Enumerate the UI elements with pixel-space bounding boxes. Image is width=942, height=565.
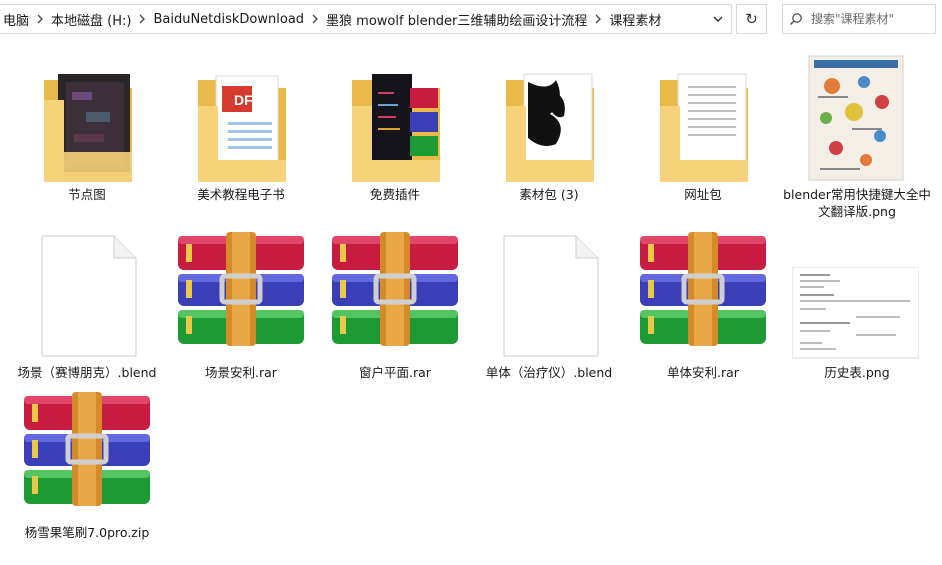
folder-icon: DF (176, 52, 306, 182)
file-name: 网址包 (684, 187, 722, 202)
search-input[interactable] (809, 11, 931, 27)
blank-file-icon (22, 230, 152, 360)
chevron-down-icon[interactable] (705, 5, 731, 33)
file-name: 单体（治疗仪）.blend (485, 365, 613, 380)
refresh-button[interactable]: ↻ (736, 4, 767, 34)
file-name: 杨雪果笔刷7.0pro.zip (24, 525, 150, 540)
chevron-right-icon[interactable] (591, 12, 605, 26)
chevron-right-icon[interactable] (308, 12, 322, 26)
file-name: 历史表.png (824, 365, 890, 380)
file-name: 节点图 (68, 187, 106, 202)
folder-icon (638, 52, 768, 182)
winrar-archive-icon (638, 230, 768, 360)
breadcrumb-item[interactable]: 墨狼 mowolf blender三维辅助绘画设计流程 (322, 10, 591, 29)
folder-icon (22, 52, 152, 182)
winrar-archive-icon (22, 390, 152, 520)
file-name: blender常用快捷键大全中文翻译版.png (783, 187, 931, 219)
file-name: 单体安利.rar (667, 365, 739, 380)
svg-text:DF: DF (234, 92, 253, 108)
address-bar[interactable]: 电脑 本地磁盘 (H:) BaiduNetdiskDownload 墨狼 mow… (0, 4, 732, 34)
file-name: 素材包 (3) (519, 187, 579, 202)
search-icon (783, 12, 809, 26)
chevron-right-icon[interactable] (135, 12, 149, 26)
breadcrumb-item[interactable]: BaiduNetdiskDownload (149, 12, 308, 27)
breadcrumb: 电脑 本地磁盘 (H:) BaiduNetdiskDownload 墨狼 mow… (0, 5, 705, 33)
folder-icon (330, 52, 460, 182)
file-name: 窗户平面.rar (359, 365, 431, 380)
file-name: 场景（赛博朋克）.blend (17, 365, 157, 380)
blank-file-icon (484, 230, 614, 360)
breadcrumb-item[interactable]: 课程素材 (605, 10, 665, 29)
navigation-bar: 电脑 本地磁盘 (H:) BaiduNetdiskDownload 墨狼 mow… (0, 0, 942, 40)
folder-icon (484, 52, 614, 182)
file-name: 场景安利.rar (205, 365, 277, 380)
image-thumbnail-icon (792, 52, 922, 182)
file-name: 免费插件 (369, 187, 420, 202)
file-name: 美术教程电子书 (197, 187, 285, 202)
refresh-icon: ↻ (745, 10, 758, 28)
search-box[interactable] (782, 4, 936, 34)
breadcrumb-item[interactable]: 电脑 (0, 10, 33, 29)
image-thumbnail-icon (792, 230, 922, 360)
breadcrumb-item[interactable]: 本地磁盘 (H:) (47, 10, 135, 29)
winrar-archive-icon (176, 230, 306, 360)
winrar-archive-icon (330, 230, 460, 360)
chevron-right-icon[interactable] (33, 12, 47, 26)
